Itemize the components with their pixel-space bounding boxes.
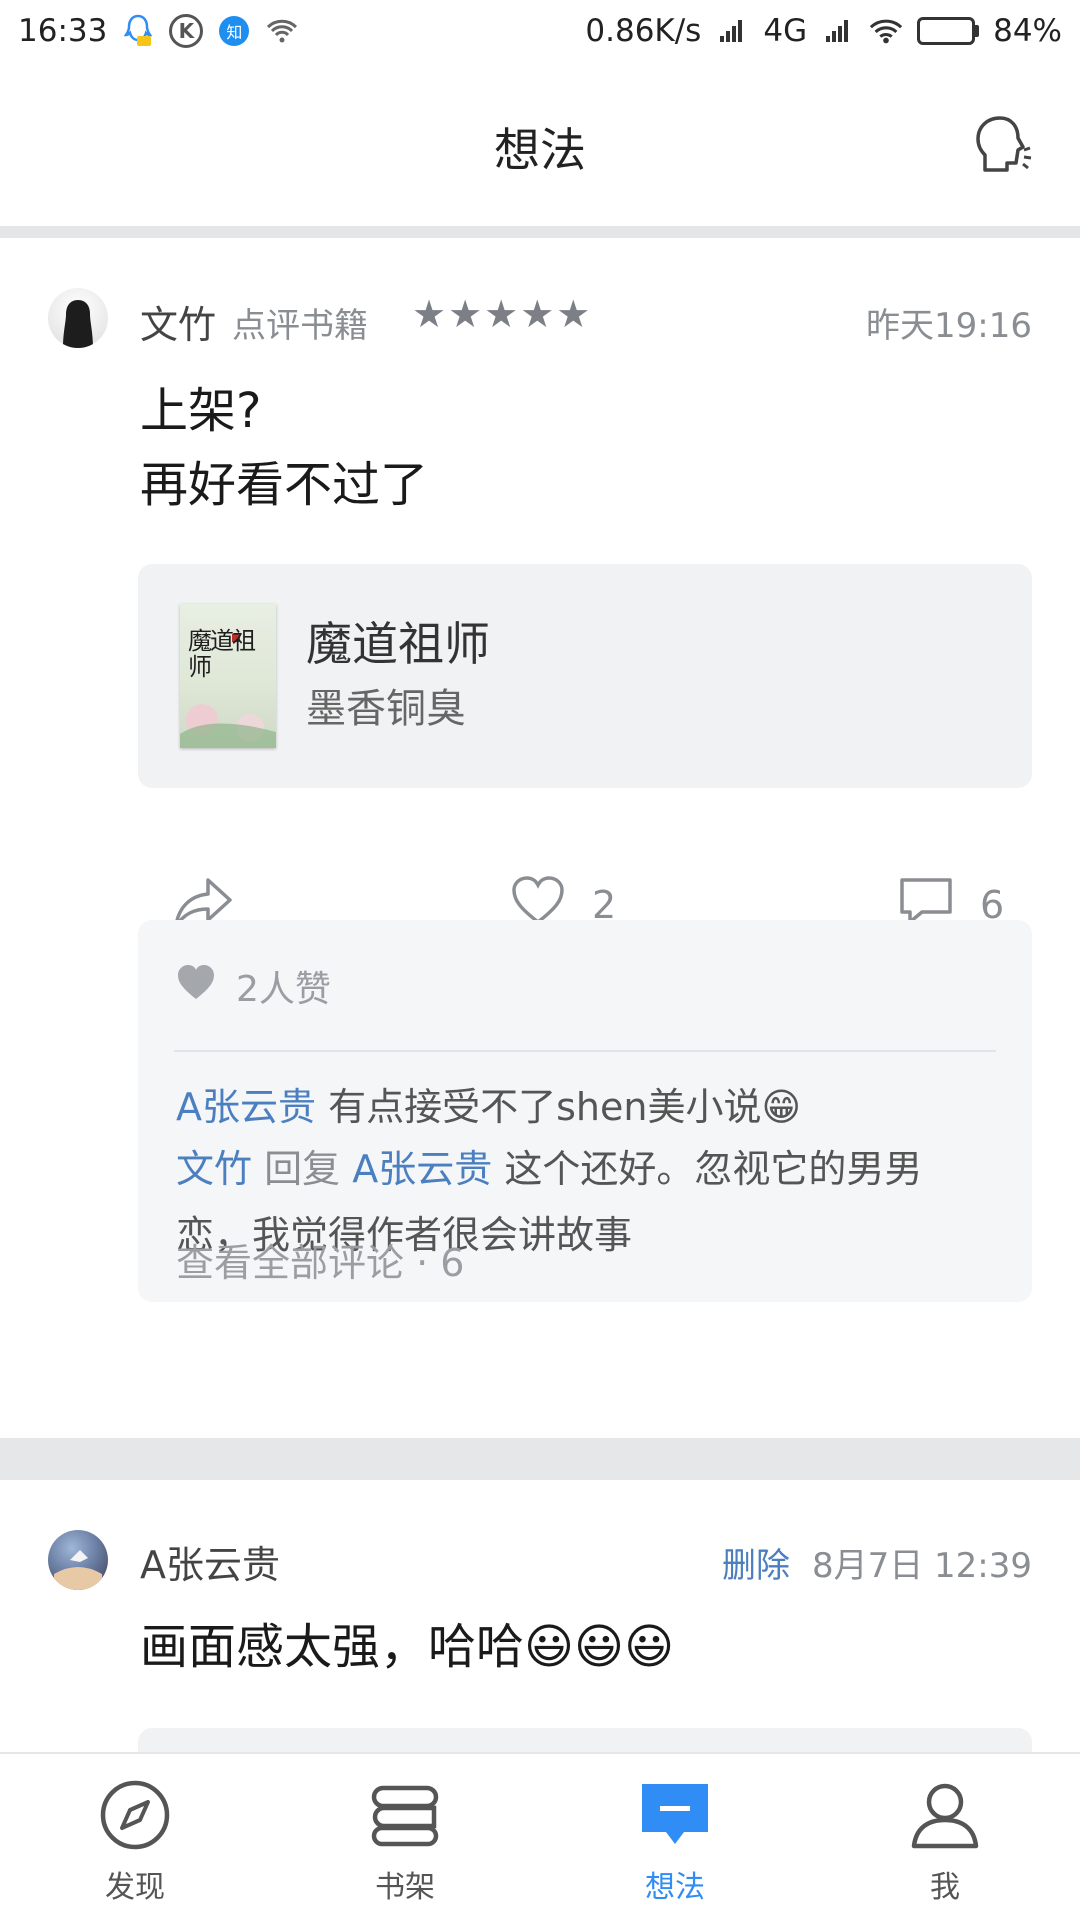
comment-text: 这个还好。忽视它的男男 xyxy=(504,1147,923,1191)
post-action-label: 点评书籍 xyxy=(232,306,368,346)
header-divider xyxy=(0,226,1080,238)
network-speed: 0.86K/s xyxy=(585,13,702,49)
tab-me[interactable]: 我 xyxy=(810,1754,1080,1922)
heart-filled-icon xyxy=(176,963,216,1010)
qq-icon xyxy=(121,14,155,48)
author-name[interactable]: 文竹 xyxy=(140,294,216,349)
battery-percent: 84% xyxy=(993,13,1062,49)
wifi-icon xyxy=(265,14,299,48)
comment-user[interactable]: A张云贵 xyxy=(176,1085,316,1129)
comments-box: 2人赞 A张云贵 有点接受不了shen美小说😁 文竹 回复 A张云贵 这个还好。… xyxy=(138,920,1032,1302)
bookshelf-icon xyxy=(368,1778,442,1852)
tab-discover[interactable]: 发现 xyxy=(0,1754,270,1922)
tab-label: 书架 xyxy=(375,1870,435,1905)
post-text: 画面感太强，哈哈😃😃😃 xyxy=(140,1619,675,1675)
post-card[interactable]: A张云贵 删除 8月7日 12:39 画面感太强，哈哈😃😃😃 xyxy=(0,1480,1080,1768)
comments-divider xyxy=(174,1050,996,1052)
likes-summary[interactable]: 2人赞 xyxy=(176,960,331,1012)
book-author: 墨香铜臭 xyxy=(306,686,466,732)
bottom-nav: 发现 书架 想法 我 xyxy=(0,1752,1080,1922)
post-text-line: 上架? xyxy=(140,383,262,439)
comment-item[interactable]: A张云贵 有点接受不了shen美小说😁 xyxy=(176,1074,994,1140)
reply-word: 回复 xyxy=(264,1147,341,1191)
thoughts-icon xyxy=(638,1778,712,1852)
network-type: 4G xyxy=(763,13,808,49)
book-cover[interactable]: 魔道祖师 xyxy=(180,604,276,748)
battery-icon xyxy=(917,17,980,45)
k-app-icon: K xyxy=(169,14,204,48)
status-bar-left: 16:33 K 知 xyxy=(18,13,299,49)
status-time: 16:33 xyxy=(18,13,108,49)
post-card[interactable]: 文竹 点评书籍 ★★★★★ 昨天19:16 上架? 再好看不过了 魔道祖师 魔道… xyxy=(0,238,1080,1438)
status-bar: 16:33 K 知 0.86K/s 4G 84% xyxy=(0,0,1080,62)
profile-icon xyxy=(908,1778,982,1852)
book-title[interactable]: 魔道祖师 xyxy=(306,608,490,674)
post-time: 昨天19:16 xyxy=(866,306,1032,346)
avatar[interactable] xyxy=(48,1530,108,1590)
post-text-line: 再好看不过了 xyxy=(140,457,429,513)
likes-summary-text: 2人赞 xyxy=(236,969,331,1010)
book-card[interactable]: 魔道祖师 魔道祖师 墨香铜臭 xyxy=(138,564,1032,788)
delete-button[interactable]: 删除 xyxy=(722,1538,790,1587)
see-all-comments-link[interactable]: 查看全部评论 · 6 xyxy=(176,1232,464,1287)
avatar[interactable] xyxy=(48,288,108,348)
rating-stars: ★★★★★ xyxy=(412,292,593,336)
tab-bookshelf[interactable]: 书架 xyxy=(270,1754,540,1922)
signal-icon xyxy=(821,14,855,48)
author-name[interactable]: A张云贵 xyxy=(140,1534,280,1589)
status-bar-right: 0.86K/s 4G 84% xyxy=(585,13,1062,49)
tab-label: 发现 xyxy=(105,1870,165,1905)
book-cover-title: 魔道祖师 xyxy=(188,627,256,681)
comment-text: 有点接受不了shen美小说😁 xyxy=(328,1085,802,1129)
compass-icon xyxy=(98,1778,172,1852)
zhihu-icon: 知 xyxy=(217,14,251,48)
section-separator xyxy=(0,1438,1080,1480)
reply-target-user[interactable]: A张云贵 xyxy=(352,1147,492,1191)
post-time: 8月7日 12:39 xyxy=(811,1546,1032,1586)
tab-label: 想法 xyxy=(645,1870,705,1905)
top-header: 想法 xyxy=(0,62,1080,226)
comment-user[interactable]: 文竹 xyxy=(176,1147,252,1191)
wifi-icon xyxy=(869,14,903,48)
tab-thoughts[interactable]: 想法 xyxy=(540,1754,810,1922)
page-title: 想法 xyxy=(494,123,586,177)
signal-icon xyxy=(715,14,749,48)
chat-head-icon[interactable] xyxy=(966,110,1036,180)
tab-label: 我 xyxy=(930,1870,960,1905)
